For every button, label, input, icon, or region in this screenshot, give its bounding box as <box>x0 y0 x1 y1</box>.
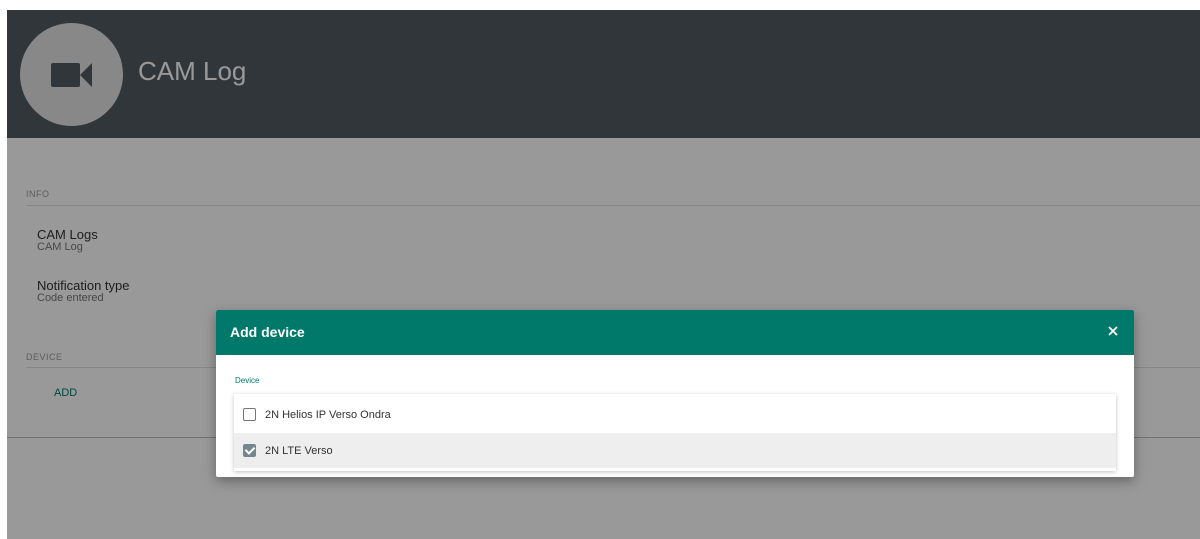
checkbox-checked[interactable] <box>243 444 256 457</box>
device-option-list: 2N Helios IP Verso Ondra 2N LTE Verso <box>234 394 1116 471</box>
device-option-helios[interactable]: 2N Helios IP Verso Ondra <box>234 397 1116 432</box>
dialog-header: Add device <box>216 310 1134 355</box>
close-icon[interactable] <box>1106 324 1120 338</box>
app-window: CAM Log INFO CAM Logs CAM Log Notificati… <box>7 10 1200 539</box>
option-label: 2N Helios IP Verso Ondra <box>265 408 391 421</box>
device-field-label: Device <box>235 376 260 385</box>
device-option-lte-verso[interactable]: 2N LTE Verso <box>234 433 1116 468</box>
dialog-title: Add device <box>230 324 305 340</box>
option-label: 2N LTE Verso <box>265 444 333 457</box>
add-device-dialog: Add device Device 2N Helios IP Verso Ond… <box>216 310 1134 477</box>
checkbox-unchecked[interactable] <box>243 408 256 421</box>
